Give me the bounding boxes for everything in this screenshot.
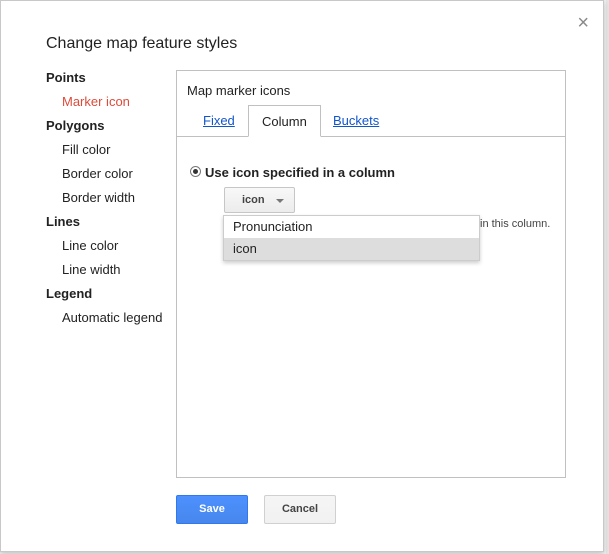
change-map-feature-styles-dialog: × Change map feature styles Points Marke…	[0, 0, 604, 552]
tab-column[interactable]: Column	[248, 105, 321, 137]
use-column-option[interactable]: Use icon specified in a column	[190, 165, 395, 180]
sidebar-item-border-width[interactable]: Border width	[46, 189, 171, 213]
tab-buckets[interactable]: Buckets	[333, 112, 379, 136]
tab-fixed[interactable]: Fixed	[203, 112, 235, 136]
cancel-button[interactable]: Cancel	[264, 495, 336, 524]
dropdown-option-icon[interactable]: icon	[224, 238, 479, 260]
sidebar-item-automatic-legend[interactable]: Automatic legend	[46, 309, 171, 333]
save-button[interactable]: Save	[176, 495, 248, 524]
dialog-title: Change map feature styles	[46, 35, 238, 52]
column-select-value: icon	[242, 194, 265, 206]
sidebar-heading-lines: Lines	[46, 214, 80, 229]
sidebar-item-fill-color[interactable]: Fill color	[46, 141, 171, 165]
radio-button-selected[interactable]	[190, 166, 201, 177]
sidebar-item-line-width[interactable]: Line width	[46, 261, 171, 285]
close-icon[interactable]: ×	[577, 13, 589, 33]
tabs-divider	[177, 136, 565, 137]
chevron-down-icon	[276, 199, 284, 203]
column-dropdown-menu: Pronunciation icon	[223, 215, 480, 261]
panel-title: Map marker icons	[187, 83, 291, 98]
sidebar-heading-points: Points	[46, 70, 86, 85]
sidebar-heading-polygons: Polygons	[46, 118, 105, 133]
column-hint-text: in this column.	[480, 218, 551, 230]
sidebar-heading-legend: Legend	[46, 286, 93, 301]
sidebar-item-border-color[interactable]: Border color	[46, 165, 171, 189]
sidebar-item-line-color[interactable]: Line color	[46, 237, 171, 261]
sidebar-item-marker-icon[interactable]: Marker icon	[46, 93, 171, 117]
sidebar: Points Marker icon Polygons Fill color B…	[46, 69, 171, 333]
marker-icons-panel: Map marker icons Fixed Column Buckets Us…	[176, 70, 566, 478]
dropdown-option-pronunciation[interactable]: Pronunciation	[224, 216, 479, 238]
use-column-option-label: Use icon specified in a column	[205, 165, 395, 180]
column-select-button[interactable]: icon	[224, 187, 295, 213]
